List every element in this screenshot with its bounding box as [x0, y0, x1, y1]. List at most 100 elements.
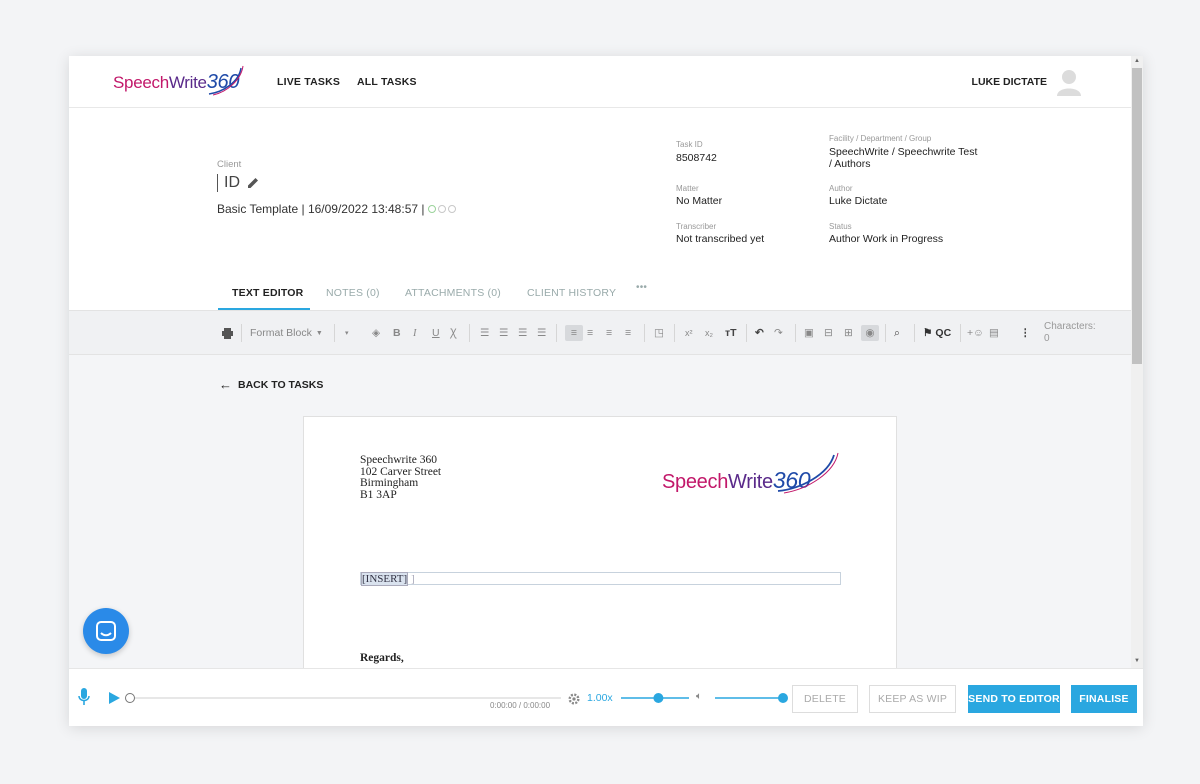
- sender-address: Speechwrite 360 102 Carver Street Birmin…: [360, 454, 441, 501]
- facility-label: Facility / Department / Group: [829, 134, 932, 143]
- qc-flag-button[interactable]: ⚑ QC: [923, 325, 951, 341]
- outdent-icon[interactable]: ☰: [537, 325, 546, 341]
- font-size-dropdown-icon[interactable]: ▾: [345, 325, 349, 341]
- chat-icon: [96, 621, 116, 641]
- chat-widget-button[interactable]: [83, 608, 129, 654]
- document-page[interactable]: Speechwrite 360 102 Carver Street Birmin…: [303, 416, 897, 668]
- clear-format-icon[interactable]: Ꭓ: [450, 325, 457, 341]
- user-name[interactable]: LUKE DICTATE: [972, 76, 1047, 88]
- finalise-button[interactable]: FINALISE: [1071, 685, 1137, 713]
- align-center-icon[interactable]: ≡: [587, 325, 593, 341]
- tab-client-history[interactable]: CLIENT HISTORY: [527, 287, 616, 299]
- toolbar-divider: [241, 324, 242, 342]
- scroll-up-icon[interactable]: ▲: [1131, 58, 1143, 64]
- template-text: Basic Template | 16/09/2022 13:48:57 |: [217, 202, 425, 216]
- numbered-list-icon[interactable]: ☰: [499, 325, 508, 341]
- format-block-label: Format Block: [250, 327, 312, 339]
- send-to-editor-button[interactable]: SEND TO EDITOR: [968, 685, 1060, 713]
- scroll-down-icon[interactable]: ▼: [1131, 658, 1143, 664]
- toolbar-divider: [914, 324, 915, 342]
- task-id-value: 8508742: [676, 152, 717, 164]
- align-justify-icon[interactable]: ≡: [625, 325, 631, 341]
- edit-pencil-icon[interactable]: [246, 176, 260, 190]
- status-value: Author Work in Progress: [829, 233, 944, 245]
- insert-field-icon[interactable]: ▣: [804, 325, 814, 341]
- align-left-icon[interactable]: ≡: [565, 325, 583, 341]
- back-link-label: BACK TO TASKS: [238, 378, 324, 391]
- underline-icon[interactable]: U: [432, 325, 440, 341]
- print-icon[interactable]: [221, 325, 233, 341]
- nav-live-tasks[interactable]: LIVE TASKS: [277, 76, 340, 88]
- microphone-icon[interactable]: [78, 688, 90, 706]
- contact-card-icon[interactable]: ▤: [989, 325, 999, 341]
- address-line: Speechwrite 360: [360, 454, 437, 466]
- flag-icon: ⚑: [923, 327, 933, 339]
- keep-as-wip-button[interactable]: KEEP AS WIP: [869, 685, 956, 713]
- gear-icon[interactable]: [568, 693, 580, 705]
- play-icon[interactable]: [109, 692, 120, 704]
- top-navigation-bar: SpeechWrite360 LIVE TASKS ALL TASKS LUKE…: [69, 56, 1131, 108]
- facility-value-line2: / Authors: [829, 158, 871, 170]
- field-end-marker: ]: [411, 572, 415, 585]
- next-field-icon[interactable]: ⊞: [844, 325, 853, 341]
- transcriber-value: Not transcribed yet: [676, 233, 765, 245]
- scrollbar[interactable]: ▲ ▼: [1131, 56, 1143, 668]
- previous-field-icon[interactable]: ⊟: [824, 325, 833, 341]
- status-dot-icon: [427, 205, 436, 213]
- align-right-icon[interactable]: ≡: [606, 325, 612, 341]
- search-icon[interactable]: ⌕: [894, 325, 900, 341]
- fill-color-icon[interactable]: ◈: [372, 325, 380, 341]
- tab-text-editor[interactable]: TEXT EDITOR: [232, 287, 303, 299]
- back-to-tasks-link[interactable]: ← BACK TO TASKS: [219, 377, 323, 392]
- chevron-down-icon: ▼: [315, 329, 323, 337]
- toolbar-divider: [556, 324, 557, 342]
- text-cursor: [217, 174, 218, 192]
- italic-icon[interactable]: I: [413, 325, 417, 341]
- more-options-icon[interactable]: ⋮: [1020, 325, 1031, 341]
- logo-swoosh-icon: [208, 65, 244, 96]
- insert-field[interactable]: [INSERT] ]: [360, 571, 841, 586]
- closing-regards: Regards,: [360, 652, 404, 664]
- nav-all-tasks[interactable]: ALL TASKS: [357, 76, 417, 88]
- author-value: Luke Dictate: [829, 195, 888, 207]
- editor-content-area: ← BACK TO TASKS Speechwrite 360 102 Carv…: [69, 355, 1131, 668]
- add-user-icon[interactable]: +☺: [967, 325, 984, 341]
- matter-label: Matter: [676, 184, 699, 193]
- volume-slider[interactable]: [713, 689, 789, 707]
- author-label: Author: [829, 184, 853, 193]
- status-dots: [427, 205, 456, 213]
- subscript-icon[interactable]: x₂: [705, 325, 713, 341]
- logo-swoosh-icon: [777, 452, 839, 494]
- characters-count: 0: [1044, 333, 1050, 344]
- bold-icon[interactable]: B: [393, 325, 401, 341]
- client-id-label: ID: [224, 174, 240, 191]
- speechwrite-logo[interactable]: SpeechWrite360: [113, 65, 244, 98]
- task-id-label: Task ID: [676, 140, 703, 149]
- undo-icon[interactable]: ↶: [755, 325, 764, 341]
- status-dot-icon: [437, 205, 446, 213]
- scroll-thumb[interactable]: [1132, 68, 1142, 364]
- field-toggle-icon[interactable]: ◉: [861, 325, 879, 341]
- volume-icon[interactable]: 🔈︎: [696, 691, 702, 702]
- delete-button[interactable]: DELETE: [792, 685, 858, 713]
- characters-label: Characters:: [1044, 321, 1096, 332]
- indent-icon[interactable]: ☰: [518, 325, 527, 341]
- tabs-more-button[interactable]: •••: [636, 282, 647, 293]
- transcriber-label: Transcriber: [676, 222, 717, 231]
- status-label: Status: [829, 222, 852, 231]
- document-logo: SpeechWrite360: [662, 452, 839, 494]
- image-icon[interactable]: ◳: [654, 325, 664, 341]
- tab-notes[interactable]: NOTES (0): [326, 287, 380, 299]
- superscript-icon[interactable]: x²: [685, 325, 693, 341]
- client-label: Client: [217, 159, 242, 170]
- speed-slider[interactable]: [619, 689, 691, 707]
- format-block-dropdown[interactable]: Format Block ▼: [250, 325, 323, 341]
- client-id-field[interactable]: ID: [217, 174, 260, 192]
- avatar-icon[interactable]: [1057, 68, 1081, 96]
- matter-value: No Matter: [676, 195, 723, 207]
- redo-icon[interactable]: ↷: [774, 325, 783, 341]
- bullet-list-icon[interactable]: ☰: [480, 325, 489, 341]
- toolbar-divider: [334, 324, 335, 342]
- tab-attachments[interactable]: ATTACHMENTS (0): [405, 287, 501, 299]
- text-size-icon[interactable]: тT: [725, 325, 737, 341]
